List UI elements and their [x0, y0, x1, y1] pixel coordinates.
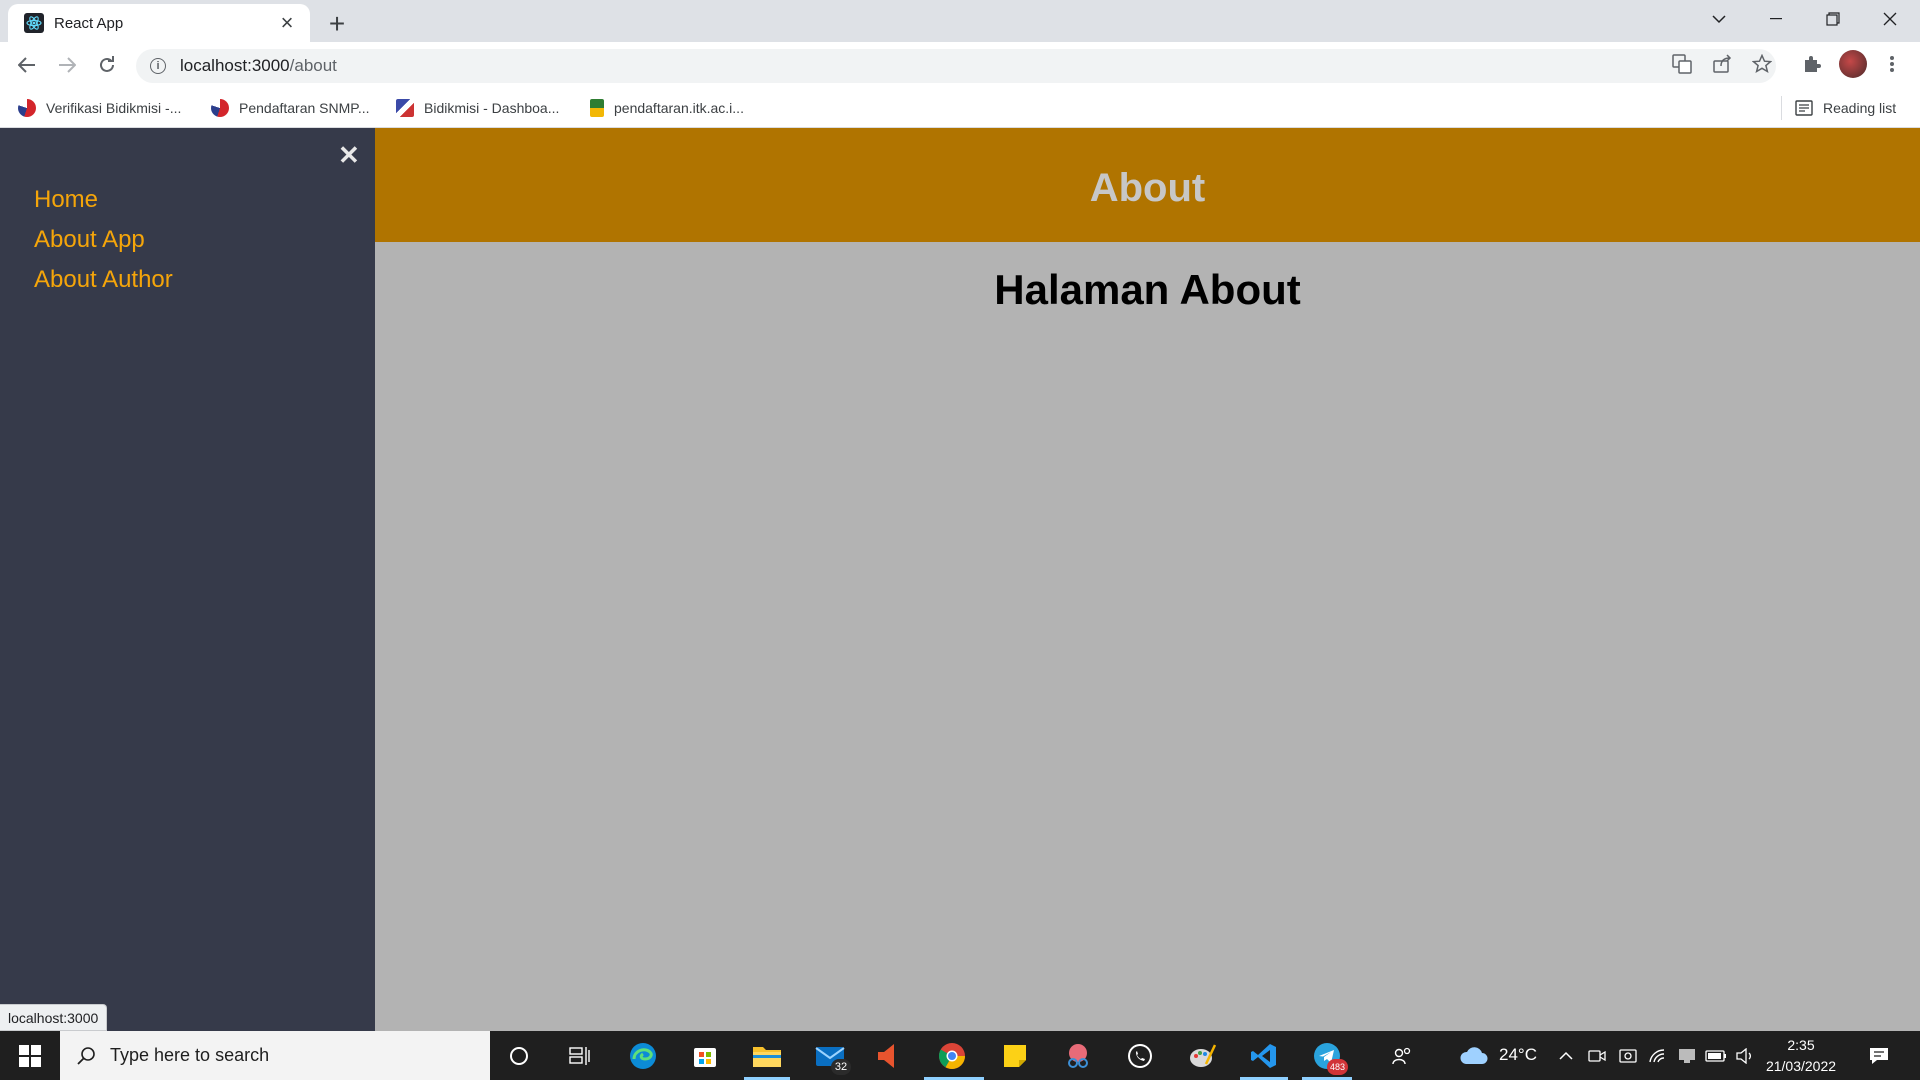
telegram-icon[interactable]: 483 [1310, 1039, 1348, 1075]
tab-title: React App [54, 14, 124, 32]
taskbar-search-box[interactable]: Type here to search [60, 1031, 490, 1080]
url-host: localhost:3000 [180, 56, 290, 75]
sidebar-close-icon[interactable]: ✕ [338, 140, 360, 171]
tab-search-icon[interactable] [1691, 0, 1747, 38]
bookmark-item[interactable]: pendaftaran.itk.ac.i... [590, 96, 744, 120]
tray-overflow-chevron-icon[interactable] [1549, 1039, 1583, 1073]
address-bar[interactable]: i localhost:3000/about [136, 49, 1776, 83]
new-tab-icon[interactable]: + [322, 8, 352, 39]
bookmark-favicon-icon [18, 99, 36, 117]
browser-toolbar: i localhost:3000/about [0, 42, 1920, 88]
taskbar-clock[interactable]: 2:35 21/03/2022 [1757, 1035, 1845, 1077]
chrome-icon[interactable] [935, 1039, 969, 1073]
sidebar-link-home[interactable]: Home [34, 186, 98, 214]
react-logo-icon [24, 13, 44, 33]
start-button[interactable] [0, 1031, 60, 1080]
ms-store-icon[interactable] [688, 1039, 722, 1073]
notifications-icon[interactable] [1862, 1039, 1896, 1073]
restore-icon[interactable] [1805, 0, 1861, 38]
bookmark-label: Bidikmisi - Dashboa... [424, 100, 560, 116]
search-icon [77, 1046, 95, 1065]
back-icon[interactable] [12, 50, 42, 80]
windows-logo-icon [19, 1044, 41, 1067]
sidebar-link-about-author[interactable]: About Author [34, 266, 173, 294]
bookmark-favicon-icon [396, 99, 414, 117]
minimize-icon[interactable] [1748, 0, 1804, 38]
reading-list-icon [1795, 100, 1813, 116]
speaker-app-icon[interactable] [870, 1039, 904, 1073]
header-title: About [1089, 165, 1206, 210]
telegram-badge: 483 [1326, 1059, 1348, 1075]
bookmark-favicon-icon [590, 99, 604, 117]
bookmarks-bar: Verifikasi Bidikmisi -... Pendaftaran SN… [0, 88, 1920, 128]
weather-temperature[interactable]: 24°C [1499, 1045, 1537, 1065]
page-heading: Halaman About [994, 266, 1301, 313]
clock-time: 2:35 [1787, 1037, 1815, 1053]
bookmark-item[interactable]: Bidikmisi - Dashboa... [396, 96, 559, 120]
bookmarks-divider [1781, 96, 1782, 120]
bookmark-label: Pendaftaran SNMP... [239, 100, 370, 116]
url-path: /about [289, 56, 337, 75]
window-close-icon[interactable] [1862, 0, 1918, 38]
meet-now-icon[interactable] [1580, 1039, 1614, 1073]
share-icon[interactable] [1709, 51, 1735, 77]
translate-icon[interactable] [1669, 51, 1695, 77]
main-content: Halaman About [375, 242, 1920, 1031]
bookmark-item[interactable]: Verifikasi Bidikmisi -... [18, 96, 181, 120]
link-status-tooltip: localhost:3000 [0, 1004, 108, 1031]
sidebar-link-about-app[interactable]: About App [34, 226, 145, 254]
profile-avatar[interactable] [1839, 50, 1867, 78]
bookmark-favicon-icon [211, 99, 229, 117]
tab-close-icon[interactable]: × [276, 10, 298, 35]
file-explorer-icon[interactable] [750, 1039, 784, 1073]
taskbar: Type here to search 32 483 24°C 2:35 21/… [0, 1031, 1920, 1080]
bookmark-star-icon[interactable] [1749, 51, 1775, 77]
tab-strip: React App × + [0, 0, 1920, 42]
vscode-icon[interactable] [1247, 1039, 1281, 1073]
weather-cloud-icon[interactable] [1457, 1039, 1491, 1073]
bookmark-label: pendaftaran.itk.ac.i... [614, 100, 744, 116]
sync-icon[interactable] [1611, 1039, 1645, 1073]
forward-icon[interactable] [52, 50, 82, 80]
app-header: About [375, 128, 1920, 242]
people-icon[interactable] [1385, 1039, 1419, 1073]
browser-tab[interactable]: React App × [8, 4, 310, 42]
reading-list-button[interactable]: Reading list [1795, 96, 1896, 120]
reload-icon[interactable] [92, 50, 122, 80]
bookmark-label: Verifikasi Bidikmisi -... [46, 100, 182, 116]
extensions-icon[interactable] [1799, 51, 1825, 77]
mail-badge: 32 [831, 1059, 851, 1075]
edge-browser-icon[interactable] [626, 1039, 660, 1073]
site-info-icon[interactable]: i [150, 58, 166, 74]
taskbar-search-placeholder: Type here to search [110, 1045, 270, 1065]
menu-kebab-icon[interactable] [1879, 51, 1905, 77]
sticky-notes-icon[interactable] [998, 1039, 1032, 1073]
mail-icon[interactable]: 32 [813, 1039, 851, 1075]
snipping-tool-icon[interactable] [1061, 1039, 1095, 1073]
bookmark-item[interactable]: Pendaftaran SNMP... [211, 96, 369, 120]
clock-date: 21/03/2022 [1765, 1058, 1837, 1074]
reading-list-label: Reading list [1823, 100, 1897, 116]
whatsapp-icon[interactable] [1123, 1039, 1157, 1073]
cortana-icon[interactable] [502, 1039, 536, 1073]
task-view-icon[interactable] [563, 1039, 597, 1073]
sidebar: ✕ Home About App About Author [0, 128, 375, 1031]
paint-icon[interactable] [1185, 1039, 1219, 1073]
